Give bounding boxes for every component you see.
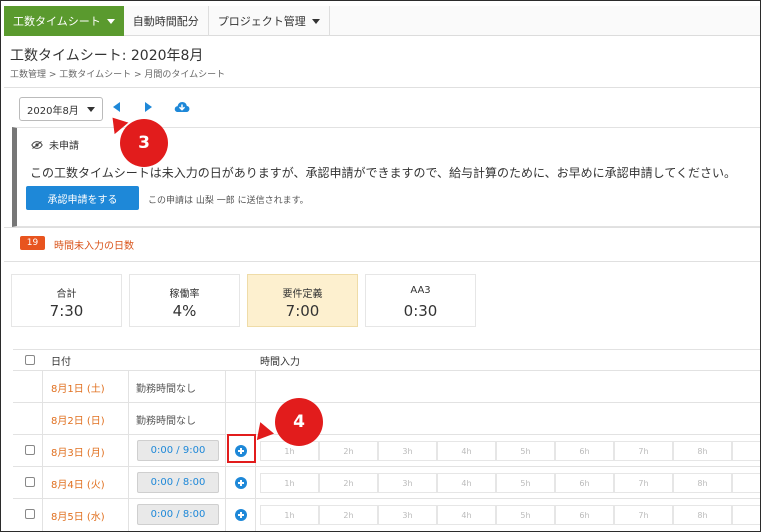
timesheet-grid: 日付 時間入力 8月1日 (土) 勤務時間なし 8月2日 (日) 勤務時間なし … — [13, 349, 760, 531]
tab-project-management[interactable]: プロジェクト管理 — [209, 6, 330, 36]
stat-card-requirements: 要件定義 7:00 — [247, 274, 358, 327]
stat-card-aa3: AA3 0:30 — [365, 274, 476, 327]
row-time-button[interactable]: 0:00 / 8:00 — [137, 472, 219, 493]
row-date: 8月5日 (水) — [51, 512, 105, 523]
row-date: 8月3日 (月) — [51, 448, 105, 459]
table-row: 8月4日 (火) 0:00 / 8:00 1h 2h 3h 4h 5h 6h 7… — [13, 467, 760, 499]
chevron-right-icon[interactable] — [145, 102, 152, 112]
hour-cell[interactable]: 5h — [496, 505, 555, 525]
table-row: 8月3日 (月) 0:00 / 9:00 1h 2h 3h 4h 5h 6h 7… — [13, 435, 760, 467]
notice-status: 未申請 — [49, 141, 79, 152]
stat-value: 0:30 — [403, 302, 438, 320]
tab-timesheet[interactable]: 工数タイムシート — [4, 6, 124, 36]
stat-label: 稼働率 — [169, 289, 200, 300]
hour-cell[interactable]: 5h — [496, 441, 555, 461]
page-title: 工数タイムシート: 2020年8月 — [10, 48, 204, 64]
stat-label: 要件定義 — [282, 289, 323, 300]
eye-slash-icon — [31, 140, 43, 149]
hour-cell[interactable] — [732, 505, 760, 525]
hour-cell[interactable]: 6h — [555, 441, 614, 461]
row-no-work: 勤務時間なし — [136, 384, 196, 395]
month-select[interactable]: 2020年8月 — [19, 97, 103, 121]
hour-cell[interactable] — [732, 441, 760, 461]
stat-label: 合計 — [56, 289, 77, 300]
stat-card-utilization: 稼働率 4% — [129, 274, 240, 327]
row-checkbox[interactable] — [25, 509, 35, 519]
plus-circle-icon[interactable] — [235, 477, 247, 489]
stat-value: 7:30 — [49, 302, 84, 320]
callout-4: 4 — [275, 398, 323, 446]
grid-header: 日付 時間入力 — [13, 350, 760, 370]
divider — [4, 227, 760, 228]
row-checkbox[interactable] — [25, 445, 35, 455]
header-time-entry: 時間入力 — [260, 357, 300, 368]
hour-cell[interactable]: 5h — [496, 473, 555, 493]
hour-cell[interactable]: 4h — [437, 473, 496, 493]
select-all-checkbox[interactable] — [25, 355, 35, 365]
divider — [4, 261, 760, 262]
highlight-box — [227, 434, 256, 463]
breadcrumb: 工数管理 > 工数タイムシート > 月間のタイムシート — [10, 70, 226, 80]
stat-card-total: 合計 7:30 — [11, 274, 122, 327]
row-date: 8月2日 (日) — [51, 416, 105, 427]
chevron-down-icon — [87, 106, 95, 112]
hour-cell[interactable]: 2h — [319, 505, 378, 525]
hour-cell[interactable]: 1h — [260, 473, 319, 493]
notice-header: 未申請 — [31, 137, 79, 152]
hour-cell[interactable]: 6h — [555, 473, 614, 493]
table-row: 8月1日 (土) 勤務時間なし — [13, 371, 760, 403]
hour-cell[interactable]: 2h — [319, 473, 378, 493]
row-date: 8月1日 (土) — [51, 384, 105, 395]
plus-circle-icon[interactable] — [235, 509, 247, 521]
hour-cell[interactable]: 8h — [673, 441, 732, 461]
hour-cell[interactable]: 6h — [555, 505, 614, 525]
hour-cell[interactable]: 7h — [614, 473, 673, 493]
row-checkbox[interactable] — [25, 477, 35, 487]
chevron-down-icon — [311, 18, 320, 24]
hour-cell[interactable] — [732, 473, 760, 493]
submit-approval-button[interactable]: 承認申請をする — [26, 186, 139, 210]
stat-value: 4% — [172, 302, 197, 320]
top-navbar: 工数タイムシート 自動時間配分 プロジェクト管理 — [4, 6, 760, 36]
hour-cell[interactable]: 3h — [378, 441, 437, 461]
hour-cell[interactable]: 7h — [614, 505, 673, 525]
header-date: 日付 — [51, 357, 71, 368]
stat-label: AA3 — [410, 285, 431, 296]
hour-cell[interactable]: 1h — [260, 505, 319, 525]
hour-cell[interactable]: 8h — [673, 473, 732, 493]
table-row: 8月2日 (日) 勤務時間なし — [13, 403, 760, 435]
missing-days-badge: 19 — [20, 236, 45, 250]
notice-recipient-note: この申請は 山梨 一郎 に送信されます。 — [148, 196, 309, 206]
row-time-button[interactable]: 0:00 / 8:00 — [137, 504, 219, 525]
app-frame: 工数タイムシート 自動時間配分 プロジェクト管理 工数タイムシート: 2020年… — [0, 0, 761, 532]
hour-cell[interactable]: 4h — [437, 441, 496, 461]
chevron-down-icon — [106, 18, 115, 24]
row-time-button[interactable]: 0:00 / 9:00 — [137, 440, 219, 461]
notice-message: この工数タイムシートは未入力の日がありますが、承認申請ができますので、給与計算の… — [30, 166, 736, 180]
tab-auto-allocation[interactable]: 自動時間配分 — [124, 6, 209, 36]
hour-cell[interactable]: 4h — [437, 505, 496, 525]
hour-cell[interactable]: 3h — [378, 473, 437, 493]
tab-project-management-label: プロジェクト管理 — [217, 15, 306, 28]
month-select-value: 2020年8月 — [27, 105, 79, 117]
divider — [4, 87, 760, 88]
hour-cell[interactable]: 2h — [319, 441, 378, 461]
hour-cell[interactable]: 7h — [614, 441, 673, 461]
hour-cell[interactable]: 3h — [378, 505, 437, 525]
stat-value: 7:00 — [285, 302, 320, 320]
tab-auto-allocation-label: 自動時間配分 — [132, 15, 199, 28]
row-date: 8月4日 (火) — [51, 480, 105, 491]
table-row: 8月5日 (水) 0:00 / 8:00 1h 2h 3h 4h 5h 6h 7… — [13, 499, 760, 531]
cloud-download-icon[interactable] — [174, 101, 190, 113]
callout-3: 3 — [120, 119, 168, 167]
hour-cell[interactable]: 8h — [673, 505, 732, 525]
missing-days-label[interactable]: 時間未入力の日数 — [54, 237, 134, 252]
row-no-work: 勤務時間なし — [136, 416, 196, 427]
tab-timesheet-label: 工数タイムシート — [13, 15, 101, 28]
